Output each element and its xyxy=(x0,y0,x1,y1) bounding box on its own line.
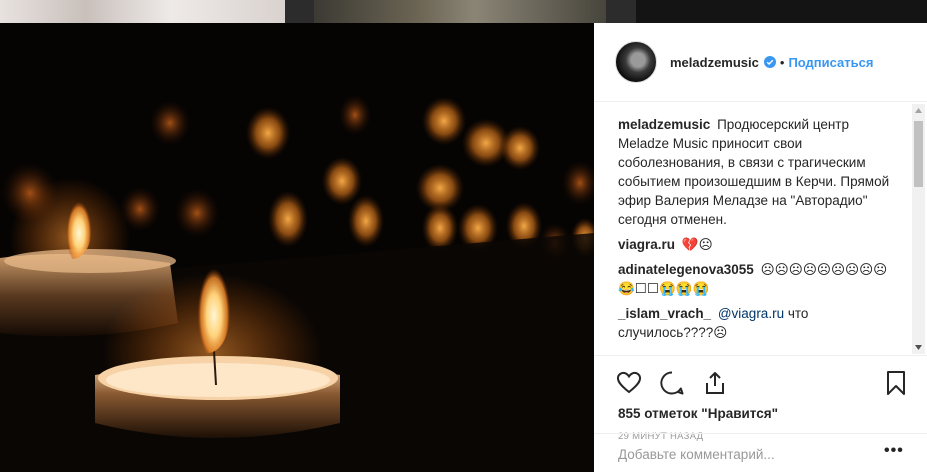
comment-username[interactable]: adinatelegenova3055 xyxy=(618,262,754,277)
thumbnail xyxy=(636,0,927,23)
follow-button[interactable]: Подписаться xyxy=(788,55,873,70)
thumbnail xyxy=(314,0,606,23)
scroll-up-arrow-icon[interactable] xyxy=(912,104,925,117)
caption: meladzemusic Продюсерский центр Meladze … xyxy=(618,115,902,229)
scrollbar-thumb[interactable] xyxy=(914,121,923,187)
caption-text: Продюсерский центр Meladze Music приноси… xyxy=(618,117,890,227)
background-thumbnails xyxy=(0,0,927,23)
likes-count[interactable]: 855 отметок "Нравится" xyxy=(618,406,778,421)
avatar[interactable] xyxy=(615,41,657,83)
comment-mention[interactable]: @viagra.ru xyxy=(718,306,784,321)
separator-dot: • xyxy=(779,54,785,70)
list-item: _islam_vrach_ @viagra.ru что случилось??… xyxy=(618,304,902,342)
bookmark-icon[interactable] xyxy=(884,370,908,396)
comment-input[interactable] xyxy=(618,444,868,464)
header-username[interactable]: meladzemusic xyxy=(670,55,759,70)
comment-username[interactable]: _islam_vrach_ xyxy=(618,306,711,321)
share-icon[interactable] xyxy=(702,370,728,396)
more-options-button[interactable]: ••• xyxy=(884,442,904,460)
list-item: viagra.ru 💔☹ xyxy=(618,235,902,254)
heart-icon[interactable] xyxy=(616,370,642,396)
comment-username[interactable]: viagra.ru xyxy=(618,237,675,252)
post-photo[interactable] xyxy=(0,23,594,472)
comment-text: 💔☹ xyxy=(681,237,713,252)
comments-list[interactable]: meladzemusic Продюсерский центр Meladze … xyxy=(594,102,927,355)
comment-icon[interactable] xyxy=(659,370,685,396)
caption-username[interactable]: meladzemusic xyxy=(618,117,710,132)
add-comment-section: ••• xyxy=(594,433,927,472)
verified-icon xyxy=(763,56,776,68)
post-side-panel: meladzemusic • Подписаться meladzemusic … xyxy=(594,23,927,472)
scroll-down-arrow-icon[interactable] xyxy=(912,341,925,354)
post-header: meladzemusic • Подписаться xyxy=(594,23,927,102)
comments-scrollbar[interactable] xyxy=(912,104,925,354)
candles-image xyxy=(0,23,594,472)
list-item: adinatelegenova3055 ☹☹☹☹☹☹☹☹☹😂☐☐😭😭😭 xyxy=(618,260,902,298)
thumbnail xyxy=(0,0,285,23)
